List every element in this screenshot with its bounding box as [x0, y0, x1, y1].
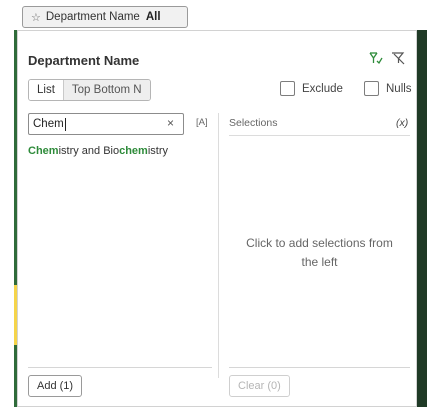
text-caret	[64, 117, 66, 131]
clear-filter-icon[interactable]	[390, 50, 406, 66]
match-case-toggle[interactable]: [A]	[196, 117, 208, 128]
search-input-text: Chem	[33, 118, 64, 130]
clear-search-icon[interactable]: ×	[167, 116, 174, 130]
exclude-label: Exclude	[302, 82, 343, 95]
empty-message-line: the left	[301, 255, 338, 269]
filter-pill-field: Department Name	[45, 11, 140, 23]
empty-message-line: Click to add selections from	[246, 236, 393, 250]
exclude-checkbox-box[interactable]	[280, 81, 295, 96]
pin-icon: ☆	[31, 11, 41, 24]
match-highlight: Chem	[28, 145, 59, 157]
list-item[interactable]: Chemistry and Biochemistry	[28, 145, 168, 157]
filter-pill[interactable]: ☆ Department Name All	[22, 6, 188, 28]
selections-divider	[229, 135, 410, 136]
filter-pill-value: All	[145, 11, 161, 23]
filter-panel: Department Name List Top Bottom N Exclud…	[17, 30, 417, 407]
mode-selector: List Top Bottom N	[28, 79, 151, 101]
selections-title: Selections	[229, 117, 278, 129]
item-text: istry and Bio	[58, 145, 120, 157]
background-left	[0, 0, 14, 407]
column-divider	[218, 113, 219, 378]
clear-button[interactable]: Clear (0)	[229, 375, 290, 397]
search-input[interactable]: Chem ×	[28, 113, 184, 135]
nulls-label: Nulls	[386, 82, 412, 95]
selections-footer-divider	[229, 367, 410, 368]
exclude-checkbox[interactable]: Exclude	[280, 81, 343, 96]
clear-selections-x[interactable]: (x)	[396, 117, 408, 129]
select-all-icon[interactable]	[368, 50, 384, 66]
add-button[interactable]: Add (1)	[28, 375, 83, 397]
tab-top-bottom-n[interactable]: Top Bottom N	[62, 80, 150, 100]
match-highlight: chem	[119, 145, 148, 157]
item-text: istry	[147, 145, 169, 157]
list-footer-divider	[28, 367, 212, 368]
selections-empty-message: Click to add selections from the left	[229, 234, 410, 272]
panel-title: Department Name	[28, 53, 140, 68]
tab-list[interactable]: List	[29, 80, 63, 100]
nulls-checkbox-box[interactable]	[364, 81, 379, 96]
nulls-checkbox[interactable]: Nulls	[364, 81, 412, 96]
